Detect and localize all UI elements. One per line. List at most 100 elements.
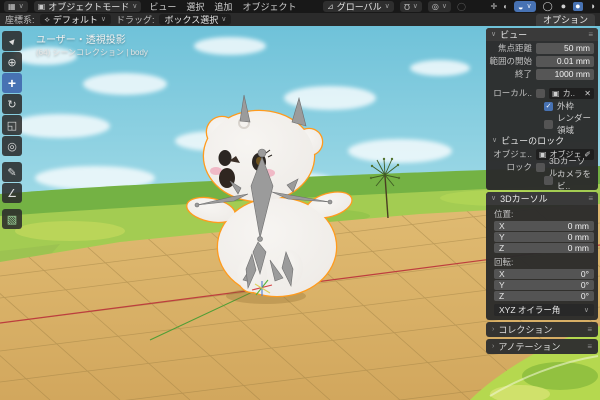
shading-rendered-button[interactable]: ◑ bbox=[589, 2, 596, 11]
menu-select[interactable]: 選択 bbox=[184, 0, 206, 13]
chevron-down-icon: ∨ bbox=[413, 3, 418, 10]
chevron-down-icon: ∨ bbox=[526, 3, 531, 10]
rotation-label: 回転: bbox=[494, 256, 598, 268]
axis-value: 0° bbox=[581, 291, 589, 301]
mode-dropdown[interactable]: ▣ オブジェクトモード ∨ bbox=[34, 1, 142, 12]
panel-menu-icon[interactable]: ≡ bbox=[587, 325, 592, 334]
shading-solid-button[interactable]: ● bbox=[560, 2, 567, 11]
tool-add-cube[interactable]: ▧ bbox=[2, 209, 22, 229]
drag-mode-dropdown[interactable]: ボックス選択 ∨ bbox=[159, 14, 231, 25]
drag-mode-label: ボックス選択 bbox=[164, 13, 218, 26]
move-icon: + bbox=[8, 75, 16, 91]
magnet-icon: Ω bbox=[404, 2, 410, 11]
orientation-label: グローバル bbox=[337, 0, 382, 13]
menu-object[interactable]: オブジェクト bbox=[240, 0, 298, 13]
chevron-down-icon: ∨ bbox=[221, 16, 226, 23]
viewport-toolbar: ► ⊕ + ↻ ◱ ◎ ✎ ∠ ▧ bbox=[2, 31, 24, 229]
tool-scale[interactable]: ◱ bbox=[2, 115, 22, 135]
axis-value: 0 mm bbox=[568, 232, 589, 242]
tool-cursor[interactable]: ⊕ bbox=[2, 52, 22, 72]
axis-value: 0° bbox=[581, 280, 589, 290]
axis-value: 0 mm bbox=[568, 221, 589, 231]
cursor-loc-y-field[interactable]: Y 0 mm bbox=[494, 232, 594, 242]
overlays-toggle[interactable]: ◐ bbox=[503, 3, 508, 11]
view-panel-header[interactable]: ∨ ビュー ≡ bbox=[486, 28, 598, 41]
clip-end-label: 終了 bbox=[486, 68, 532, 80]
fallback-tool-label: デフォルト bbox=[53, 13, 98, 26]
camera-icon: ▣ bbox=[552, 89, 560, 98]
clip-end-field[interactable]: 1000 mm bbox=[536, 69, 594, 80]
local-camera-field[interactable]: ▣ カ.. ✕ bbox=[549, 88, 594, 99]
add-cube-icon: ▧ bbox=[7, 213, 17, 226]
cursor-loc-z-field[interactable]: Z 0 mm bbox=[494, 243, 594, 253]
tool-move[interactable]: + bbox=[2, 73, 22, 93]
rotate-icon: ↻ bbox=[7, 98, 16, 111]
clip-start-field[interactable]: 0.01 mm bbox=[536, 56, 594, 67]
tool-transform[interactable]: ◎ bbox=[2, 136, 22, 156]
local-camera-checkbox[interactable] bbox=[536, 89, 545, 98]
rotation-mode-label: XYZ オイラー角 bbox=[499, 304, 560, 316]
cursor-panel-header[interactable]: ∨ 3Dカーソル ≡ bbox=[486, 192, 598, 205]
menu-add[interactable]: 追加 bbox=[212, 0, 234, 13]
cursor-loc-x-field[interactable]: X 0 mm bbox=[494, 221, 594, 231]
lock-label: ロック bbox=[486, 161, 532, 173]
axis-label: X bbox=[499, 221, 505, 231]
frame-checkbox[interactable]: ✓ bbox=[544, 102, 553, 111]
clip-start-label: 範囲の開始 bbox=[486, 55, 532, 67]
clear-icon[interactable]: ✕ bbox=[584, 89, 591, 98]
editor-type-button[interactable]: ▦ ∨ bbox=[4, 1, 28, 12]
collections-panel-header[interactable]: › コレクション ≡ bbox=[486, 322, 598, 337]
snap-toggle[interactable]: Ω ∨ bbox=[400, 1, 422, 12]
shading-wireframe-button[interactable]: ◯ bbox=[542, 2, 554, 11]
axis-value: 0 mm bbox=[568, 243, 589, 253]
chevron-down-icon: ∨ bbox=[442, 3, 447, 10]
rotation-mode-dropdown[interactable]: XYZ オイラー角 ∨ bbox=[494, 304, 594, 316]
proportional-edit-toggle[interactable]: ◎ ∨ bbox=[428, 1, 451, 12]
axis-label: Z bbox=[499, 291, 504, 301]
chevron-down-icon: ∨ bbox=[19, 3, 24, 10]
render-region-checkbox[interactable] bbox=[544, 120, 553, 129]
panel-menu-icon[interactable]: ≡ bbox=[587, 342, 592, 351]
viewport-text-overlay: ユーザー・透視投影 (64) シーンコレクション | body bbox=[36, 31, 148, 58]
cursor-rot-z-field[interactable]: Z 0° bbox=[494, 291, 594, 301]
xray-icon: ◒ bbox=[518, 2, 523, 12]
cursor-rot-y-field[interactable]: Y 0° bbox=[494, 280, 594, 290]
coord-system-label: 座標系: bbox=[5, 13, 35, 26]
xray-toggle[interactable]: ◒ ∨ bbox=[514, 1, 536, 12]
location-label: 位置: bbox=[494, 208, 598, 220]
axis-value: 0° bbox=[581, 269, 589, 279]
axis-label: Y bbox=[499, 232, 505, 242]
lock-camera-checkbox[interactable] bbox=[544, 176, 553, 185]
object-icon: ▣ bbox=[539, 150, 547, 159]
menu-view[interactable]: ビュー bbox=[147, 0, 178, 13]
tool-select-box[interactable]: ► bbox=[2, 31, 22, 51]
axis-label: Y bbox=[499, 280, 505, 290]
measure-icon: ∠ bbox=[7, 187, 17, 200]
frame-label: 外枠 bbox=[557, 100, 574, 112]
cursor-rot-x-field[interactable]: X 0° bbox=[494, 269, 594, 279]
focal-length-field[interactable]: 50 mm bbox=[536, 43, 594, 54]
annotate-icon: ✎ bbox=[7, 166, 16, 179]
select-box-icon: ► bbox=[5, 34, 18, 47]
object-mode-icon: ▣ bbox=[38, 3, 46, 11]
shading-material-button[interactable]: ● bbox=[573, 2, 582, 11]
collections-title: コレクション bbox=[498, 323, 552, 336]
gizmos-toggle[interactable]: ✛ bbox=[491, 3, 498, 11]
options-tab[interactable]: オプション bbox=[536, 14, 595, 26]
fallback-tool-dropdown[interactable]: ⟡ デフォルト ∨ bbox=[40, 14, 111, 25]
lock-3d-cursor-checkbox[interactable] bbox=[536, 163, 545, 172]
orientation-dropdown[interactable]: ⊿ グローバル ∨ bbox=[323, 1, 394, 12]
scale-icon: ◱ bbox=[7, 119, 17, 132]
viewport-header: ▦ ∨ ▣ オブジェクトモード ∨ ビュー 選択 追加 オブジェクト ⊿ グロー… bbox=[0, 0, 600, 13]
tool-annotate[interactable]: ✎ bbox=[2, 162, 22, 182]
tool-rotate[interactable]: ↻ bbox=[2, 94, 22, 114]
collapse-closed-icon: › bbox=[492, 326, 494, 333]
annotations-title: アノテーション bbox=[498, 340, 560, 353]
panel-menu-icon[interactable]: ≡ bbox=[588, 30, 593, 39]
collapse-icon: ∨ bbox=[491, 195, 496, 202]
annotations-panel-header[interactable]: › アノテーション ≡ bbox=[486, 339, 598, 354]
tool-measure[interactable]: ∠ bbox=[2, 183, 22, 203]
panel-menu-icon[interactable]: ≡ bbox=[588, 194, 593, 203]
transform-icon: ◎ bbox=[7, 140, 17, 153]
local-camera-label: ローカル.. bbox=[486, 87, 532, 99]
